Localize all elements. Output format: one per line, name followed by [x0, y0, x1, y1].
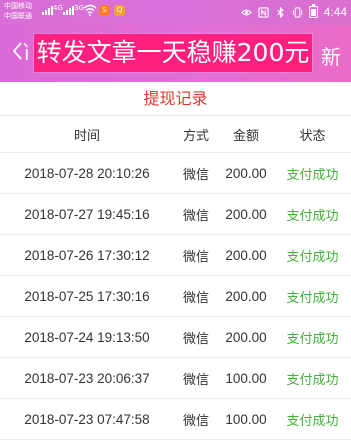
row-time: 2018-07-28 20:10:26: [24, 165, 150, 181]
row-method: 微信: [182, 167, 209, 183]
row-method: 微信: [182, 290, 209, 306]
row-method: 微信: [182, 372, 209, 388]
row-time: 2018-07-24 19:13:50: [24, 329, 150, 345]
wifi-icon: [83, 4, 97, 16]
table-header: 时间 方式 金额 状态: [0, 116, 351, 153]
table-row: 2018-07-23 07:47:58 微信 100.00 支付成功: [0, 399, 351, 440]
row-amount: 200.00: [225, 247, 267, 263]
nfc-icon: [258, 6, 269, 18]
page-title: 提现记录: [143, 89, 208, 108]
row-time: 2018-07-26 17:30:12: [24, 247, 150, 263]
carrier-1: 中国移动: [4, 2, 32, 10]
header-amount: 金额: [232, 128, 259, 144]
app-notification-icon: Q: [114, 5, 125, 16]
table-row: 2018-07-28 20:10:26 微信 200.00 支付成功: [0, 153, 351, 194]
row-amount: 200.00: [225, 329, 267, 345]
row-status: 支付成功: [286, 331, 339, 347]
table-row: 2018-07-27 19:45:16 微信 200.00 支付成功: [0, 194, 351, 235]
status-bar: 中国移动 中国联通 4G 3G S Q 4:44: [0, 0, 351, 25]
signal-icon: [63, 5, 74, 15]
carrier-info: 中国移动 中国联通: [4, 1, 32, 21]
row-time: 2018-07-27 19:45:16: [24, 206, 150, 222]
row-amount: 200.00: [225, 165, 267, 181]
table-row: 2018-07-24 19:13:50 微信 200.00 支付成功: [0, 317, 351, 358]
row-time: 2018-07-25 17:30:16: [24, 288, 150, 304]
row-status: 支付成功: [286, 372, 339, 388]
row-amount: 100.00: [225, 411, 267, 427]
signal-icon: [42, 5, 53, 15]
row-status: 支付成功: [286, 167, 339, 183]
header-time: 时间: [73, 128, 100, 144]
row-status: 支付成功: [286, 208, 339, 224]
row-amount: 200.00: [225, 288, 267, 304]
table-row: 2018-07-25 17:30:16 微信 200.00 支付成功: [0, 276, 351, 317]
header-method: 方式: [182, 128, 209, 144]
promo-banner: 转发文章一天稳赚200元: [34, 34, 312, 72]
row-time: 2018-07-23 07:47:58: [24, 411, 150, 427]
table-row: 2018-07-26 17:30:12 微信 200.00 支付成功: [0, 235, 351, 276]
battery-icon: [308, 4, 318, 18]
nav-bar: ì 新 转发文章一天稳赚200元: [0, 25, 351, 82]
row-status: 支付成功: [286, 290, 339, 306]
network-type-1: 4G: [53, 4, 63, 12]
row-method: 微信: [182, 208, 209, 224]
row-method: 微信: [182, 249, 209, 265]
refresh-button[interactable]: 新: [321, 41, 341, 70]
nav-title-partial-left: ì: [24, 41, 30, 65]
back-arrow-icon[interactable]: [10, 39, 24, 63]
app-notification-icon: S: [99, 5, 110, 16]
carrier-2: 中国联通: [4, 12, 32, 20]
header-status: 状态: [299, 128, 326, 144]
row-amount: 100.00: [225, 370, 267, 386]
row-time: 2018-07-23 20:06:37: [24, 370, 150, 386]
row-amount: 200.00: [225, 206, 267, 222]
table-row: 2018-07-23 20:06:37 微信 100.00 支付成功: [0, 358, 351, 399]
row-method: 微信: [182, 331, 209, 347]
vibrate-icon: [292, 6, 302, 18]
bluetooth-icon: [277, 6, 284, 18]
withdrawal-table: 时间 方式 金额 状态 2018-07-28 20:10:26 微信 200.0…: [0, 116, 351, 440]
row-status: 支付成功: [286, 249, 339, 265]
clock: 4:44: [323, 5, 347, 19]
row-status: 支付成功: [286, 413, 339, 429]
row-method: 微信: [182, 413, 209, 429]
status-bar-right: 4:44: [240, 3, 347, 21]
eye-icon: [240, 9, 252, 15]
